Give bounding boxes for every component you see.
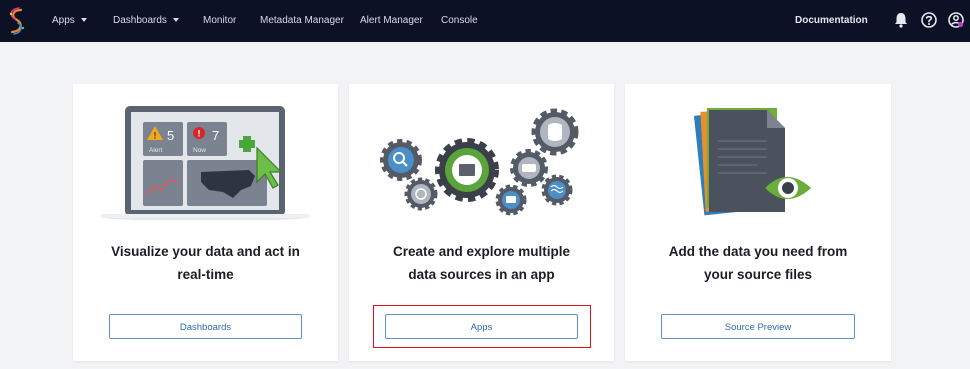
chevron-down-icon [172,18,179,23]
documentation-link[interactable]: Documentation [795,0,868,42]
nav-apps-label: Apps [52,15,75,26]
gear-icon-disk [510,149,548,187]
app-logo-icon[interactable] [6,6,28,36]
nav-console[interactable]: Console [441,0,478,42]
chevron-down-icon [80,18,87,23]
gear-icon-database [531,108,579,156]
source-preview-button[interactable]: Source Preview [661,314,855,339]
dashboard-laptop-illustration: ! 5 Alert ! 7 Now [101,106,309,220]
dashboards-card-title: Visualize your data and act in real-time [83,240,328,286]
source-files-illustration [693,108,811,216]
nav-metadata-manager[interactable]: Metadata Manager [260,0,344,42]
dashboards-card: ! 5 Alert ! 7 Now Visualize your data an… [73,84,338,361]
nav-apps[interactable]: Apps [52,0,87,42]
gear-icon-stream [541,174,573,206]
bell-icon[interactable] [892,11,910,29]
apps-title-line1: Create and explore multiple [392,244,571,259]
nav-monitor[interactable]: Monitor [203,0,236,42]
source-preview-card: Add the data you need from your source f… [625,84,891,361]
nav-dashboards[interactable]: Dashboards [113,0,179,42]
svg-text:!: ! [154,131,157,141]
alert-count: 5 [167,128,174,143]
alert-label: Alert [149,147,163,154]
apps-card: Create and explore multiple data sources… [349,84,614,361]
now-count: 7 [212,128,219,143]
apps-card-title: Create and explore multiple data sources… [359,240,604,286]
gears-illustration [380,108,579,216]
source-title-line1: Add the data you need from [668,244,848,259]
nav-dashboards-label: Dashboards [113,15,167,26]
gear-icon-app [435,138,499,202]
user-settings-icon[interactable] [947,11,965,29]
gear-icon-chat [495,184,527,216]
now-label: Now [193,147,206,154]
apps-title-line2: data sources in an app [408,267,555,282]
top-navigation-bar: Apps Dashboards Monitor Metadata Manager… [0,0,970,42]
dashboards-button[interactable]: Dashboards [109,314,302,339]
svg-text:!: ! [198,129,201,139]
dashboards-title-line2: real-time [177,267,234,282]
gear-icon-search [380,139,422,181]
nav-alert-manager[interactable]: Alert Manager [360,0,423,42]
gear-icon-history [404,177,438,211]
source-preview-card-title: Add the data you need from your source f… [635,240,881,286]
dashboards-title-line1: Visualize your data and act in [111,244,300,259]
help-icon[interactable] [920,11,938,29]
source-title-line2: your source files [703,267,813,282]
apps-button[interactable]: Apps [385,314,578,339]
